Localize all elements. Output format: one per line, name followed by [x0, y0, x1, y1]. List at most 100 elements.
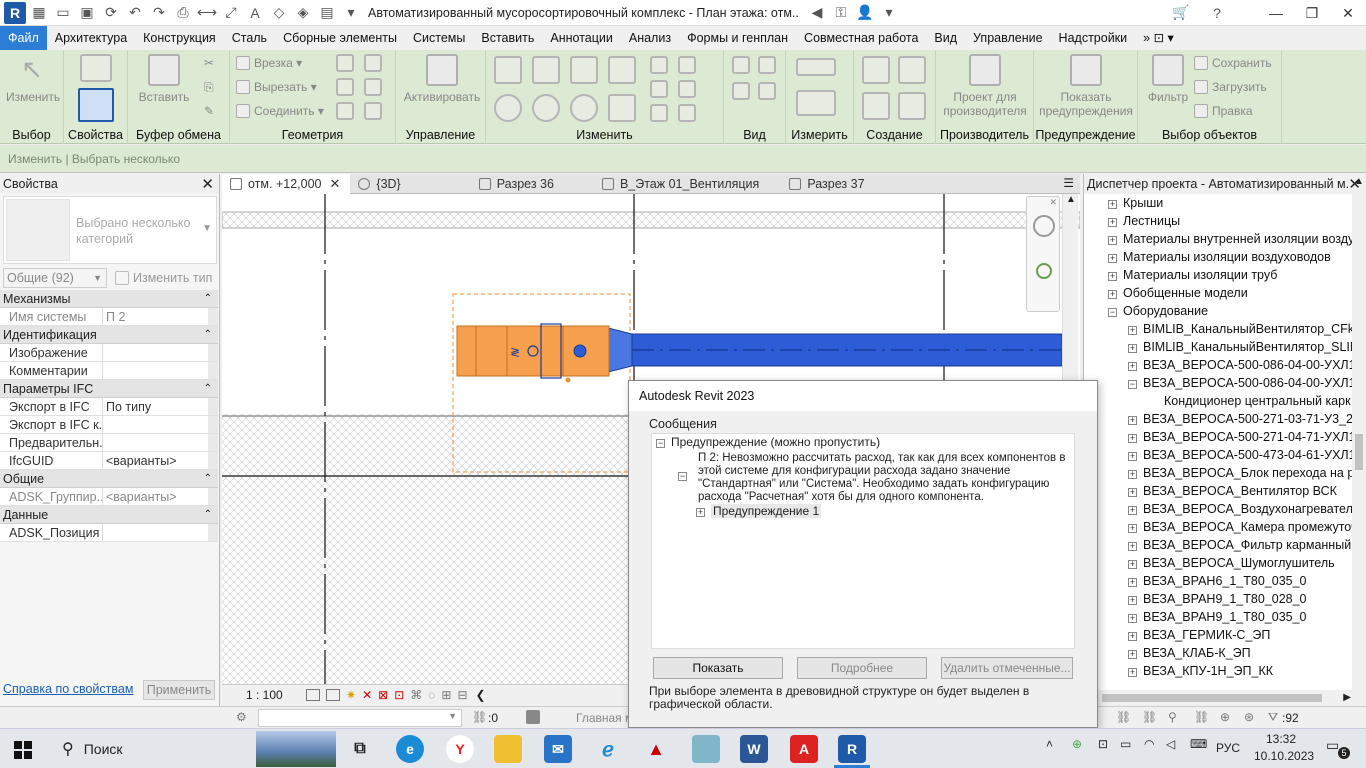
show-warnings-button[interactable]: Показать предупреждения — [1038, 54, 1134, 118]
more-tabs-icon[interactable]: » ⊡ ▾ — [1135, 26, 1182, 50]
editable-only-icon[interactable]: ⛓ — [472, 710, 487, 724]
expand-icon[interactable]: + — [1128, 488, 1137, 497]
word-icon[interactable]: W — [740, 735, 768, 763]
key-icon[interactable]: ⚿ — [830, 2, 852, 24]
browser-item[interactable]: + Лестницы — [1108, 212, 1180, 230]
scroll-up-icon[interactable]: ▲ — [1354, 176, 1364, 187]
match-icon[interactable]: ✎ — [204, 104, 214, 118]
visual-style-icon[interactable] — [326, 688, 340, 701]
expand-icon[interactable]: + — [1108, 290, 1117, 299]
pin-icon[interactable] — [650, 104, 668, 122]
expand-icon[interactable]: + — [1128, 668, 1137, 677]
temporary-hide-icon[interactable]: ⌘ — [410, 688, 422, 702]
geometry-tool-icon[interactable] — [364, 54, 382, 72]
user-icon[interactable]: 👤 — [854, 2, 876, 24]
collapse-icon[interactable]: − — [1128, 380, 1137, 389]
offset-icon[interactable] — [532, 56, 560, 84]
cope-button[interactable]: Врезка ▾ — [236, 56, 302, 70]
acrobat-icon[interactable]: A — [790, 735, 818, 763]
tab-view-section-36[interactable]: Разрез 36 — [471, 174, 564, 194]
tab-view-section-37[interactable]: Разрез 37 — [781, 174, 874, 194]
property-category[interactable]: Параметры IFC ⌃ — [0, 380, 218, 398]
edit-type-button[interactable]: Изменить тип — [113, 268, 217, 288]
warning-child-item[interactable]: + Предупреждение 1 — [696, 504, 822, 518]
expand-icon[interactable]: + — [1128, 452, 1137, 461]
property-value[interactable] — [103, 524, 208, 541]
browser-item[interactable]: + ВЕЗА_КПУ-1Н_ЭП_КК — [1128, 662, 1273, 680]
expand-icon[interactable]: + — [1108, 254, 1117, 263]
override-icon[interactable] — [758, 56, 776, 74]
paste-button[interactable]: Вставить — [136, 54, 192, 104]
wall-top[interactable] — [222, 211, 1080, 229]
more-info-button[interactable]: Подробнее — [797, 657, 927, 679]
collapse-icon[interactable]: ⌃ — [204, 470, 212, 488]
expand-icon[interactable]: + — [1128, 326, 1137, 335]
home-icon[interactable]: ▦ — [28, 2, 50, 24]
tab-view-ventilation[interactable]: В_Этаж 01_Вентиляция — [594, 174, 769, 194]
expand-icon[interactable]: + — [1108, 200, 1117, 209]
geometry-tool-icon[interactable] — [336, 54, 354, 72]
join-button[interactable]: Соединить ▾ — [236, 104, 324, 118]
text-icon[interactable]: A — [244, 2, 266, 24]
battery-icon[interactable]: ▭ — [1120, 737, 1131, 751]
show-crop-icon[interactable]: ⊡ — [394, 688, 404, 702]
tray-app-icon[interactable]: ⊕ — [1072, 737, 1082, 751]
tab-steel[interactable]: Сталь — [224, 26, 275, 50]
browser-item[interactable]: − Оборудование — [1108, 302, 1208, 320]
section-icon[interactable]: ◈ — [292, 2, 314, 24]
browser-item[interactable]: − ВЕЗА_ВЕРОСА-500-086-04-00-УХЛ1 — [1128, 374, 1353, 392]
array-icon[interactable] — [650, 80, 668, 98]
collapse-icon[interactable]: ⌃ — [204, 326, 212, 344]
expand-icon[interactable]: + — [1128, 524, 1137, 533]
analytical-icon[interactable]: ⊟ — [457, 688, 467, 702]
property-row[interactable]: Имя системы П 2 — [0, 308, 218, 326]
edge-icon[interactable]: e — [396, 735, 424, 763]
browser-item[interactable]: + ВЕЗА_ВЕРОСА-500-086-04-00-УХЛ1 — [1128, 356, 1353, 374]
create-assembly-icon[interactable] — [898, 56, 926, 84]
help-icon[interactable]: ? — [1206, 2, 1228, 24]
measure-icon[interactable] — [796, 58, 836, 76]
tab-addins[interactable]: Надстройки — [1051, 26, 1136, 50]
main-model-dropdown[interactable]: Главная м — [576, 711, 633, 725]
property-value[interactable] — [103, 362, 208, 379]
revit-logo[interactable]: R — [4, 1, 26, 24]
dimension-icon[interactable] — [796, 90, 836, 116]
browser-item[interactable]: + ВЕЗА_ВЕРОСА_Воздухонагреватель х — [1128, 500, 1353, 518]
crop-view-icon[interactable]: ⊠ — [378, 688, 388, 702]
browser-item[interactable]: + ВЕЗА_ВРАН9_1_Т80_028_0 — [1128, 590, 1307, 608]
sun-path-icon[interactable]: ✷ — [346, 688, 356, 702]
close-icon[interactable]: ✕ — [329, 176, 340, 191]
select-by-face-icon[interactable]: ⛓ — [1194, 710, 1209, 724]
browser-item[interactable]: + Обобщенные модели — [1108, 284, 1248, 302]
expand-icon[interactable]: + — [1108, 218, 1117, 227]
warning-root-item[interactable]: − Предупреждение (можно пропустить) — [656, 435, 880, 449]
close-icon[interactable]: ✕ — [1330, 0, 1366, 26]
property-row[interactable]: ADSK_Группир... <варианты> — [0, 488, 218, 506]
property-category[interactable]: Общие ⌃ — [0, 470, 218, 488]
select-links-icon[interactable]: ⛓ — [1116, 710, 1131, 724]
workset-dropdown[interactable]: ▼ — [258, 709, 462, 727]
tab-analyze[interactable]: Анализ — [621, 26, 679, 50]
apply-button[interactable]: Применить — [143, 680, 215, 700]
tab-annotate[interactable]: Аннотации — [542, 26, 620, 50]
property-row[interactable]: Комментарии — [0, 362, 218, 380]
save-selection-button[interactable]: Сохранить — [1194, 56, 1272, 70]
scroll-thumb[interactable] — [1355, 434, 1363, 470]
type-selector[interactable]: Выбрано несколько категорий ▼ — [3, 196, 217, 264]
browser-item[interactable]: Кондиционер центральный карк — [1164, 392, 1351, 410]
property-category[interactable]: Данные ⌃ — [0, 506, 218, 524]
fan-icon[interactable] — [573, 344, 587, 358]
drag-elements-icon[interactable]: ⊕ — [1220, 710, 1230, 724]
split-gap-icon[interactable] — [678, 56, 696, 74]
tray-device-icon[interactable]: ⊡ — [1098, 737, 1108, 751]
expand-icon[interactable]: + — [1128, 434, 1137, 443]
load-selection-button[interactable]: Загрузить — [1194, 80, 1267, 94]
scroll-left-icon[interactable]: ❮ — [476, 688, 486, 702]
yandex-icon[interactable]: Y — [446, 735, 474, 763]
expand-icon[interactable]: + — [1128, 560, 1137, 569]
scroll-thumb[interactable] — [1102, 694, 1322, 702]
scroll-up-icon[interactable]: ▲ — [1066, 194, 1076, 205]
cut-geometry-button[interactable]: Вырезать ▾ — [236, 80, 317, 94]
property-row[interactable]: Изображение — [0, 344, 218, 362]
explorer-icon[interactable] — [494, 735, 522, 763]
